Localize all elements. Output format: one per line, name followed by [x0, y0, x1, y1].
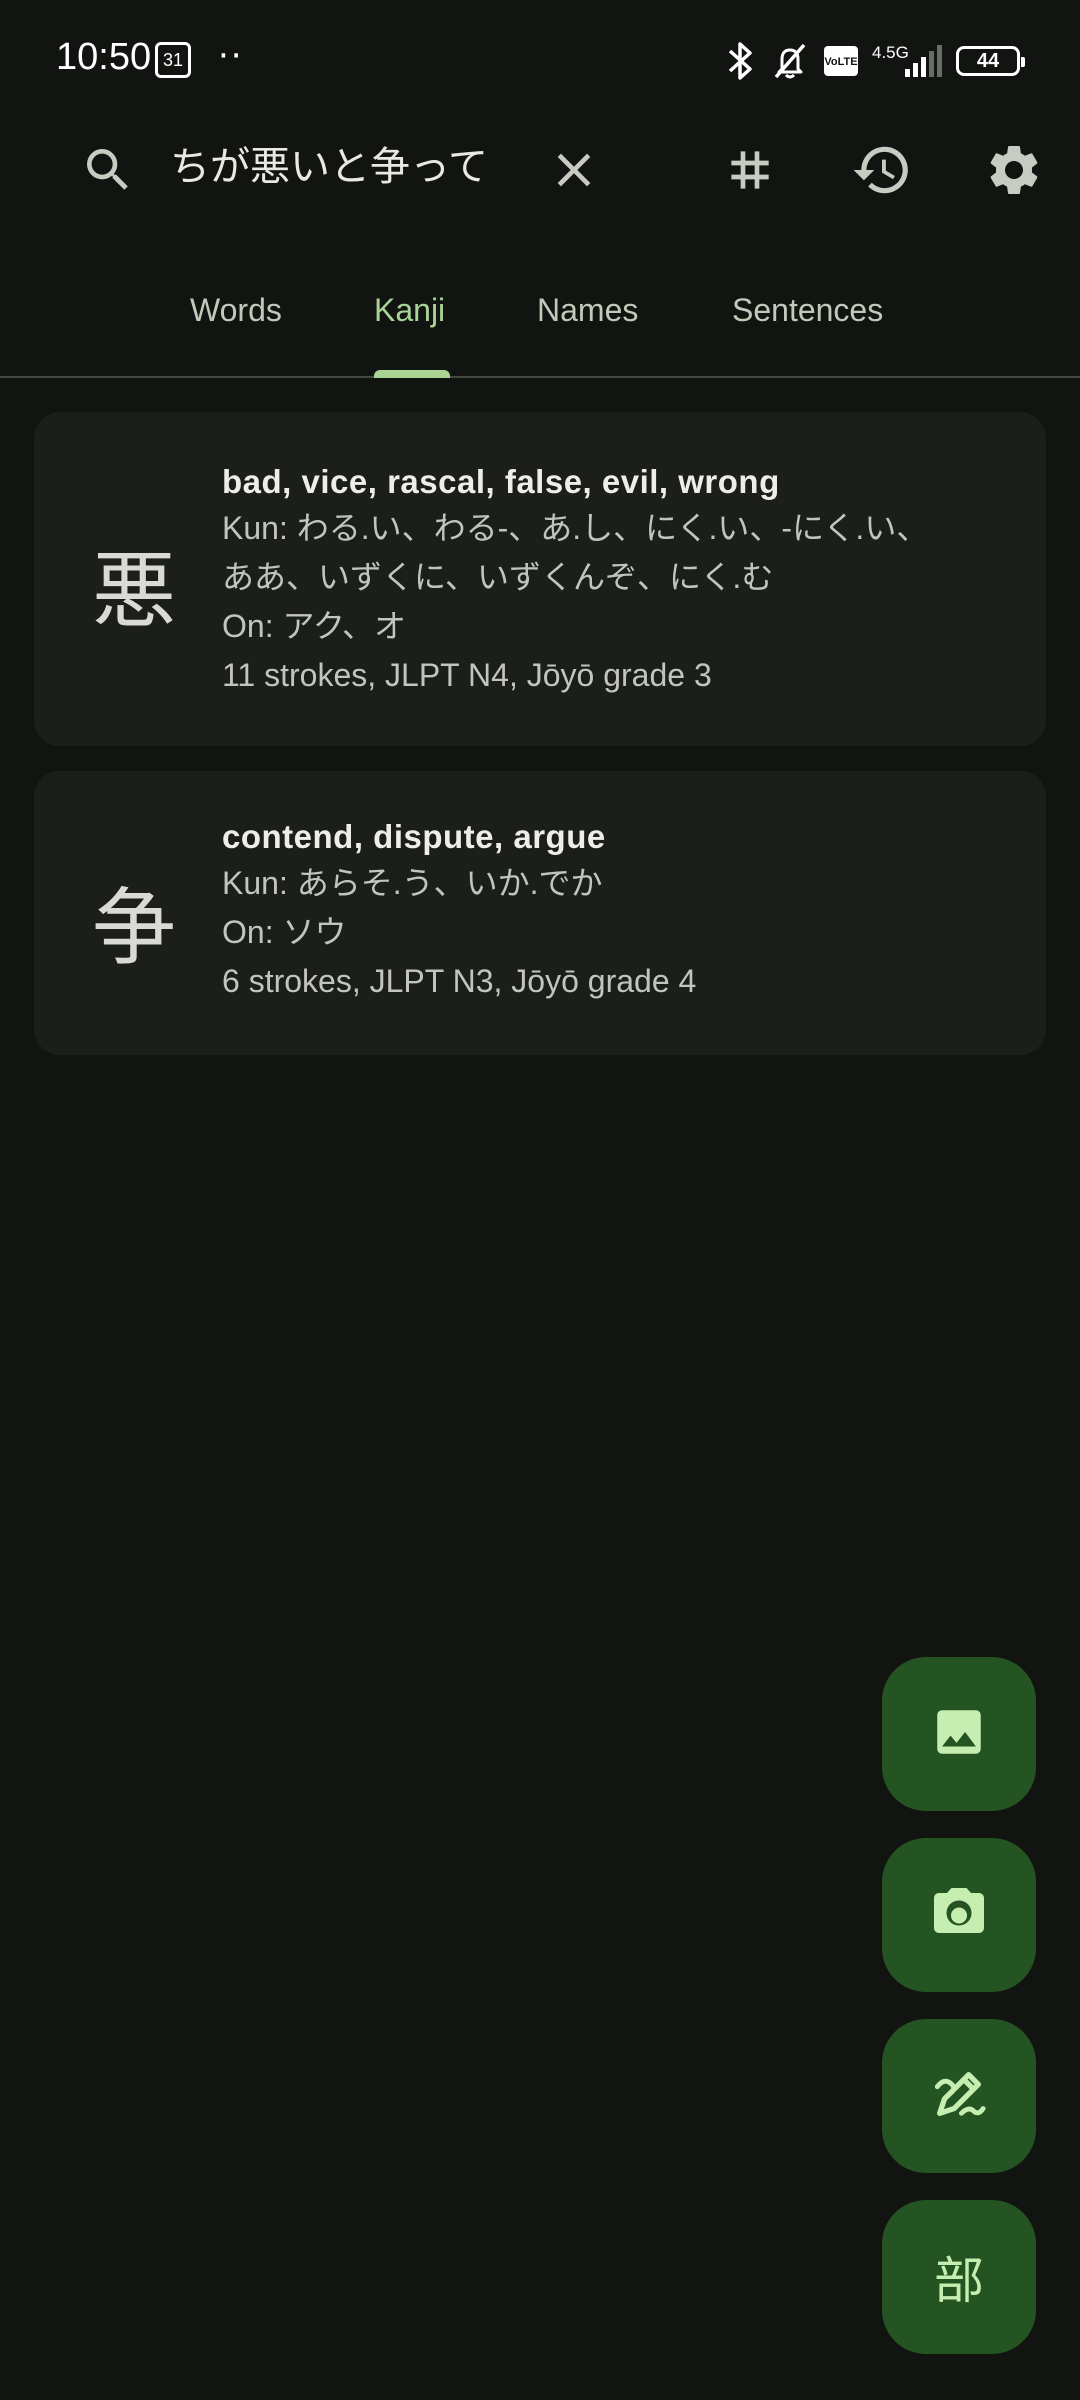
camera-search-button[interactable]	[882, 1838, 1036, 1992]
kanji-details: 6 strokes, JLPT N3, Jōyō grade 4	[222, 963, 697, 999]
result-tabs: Words Kanji Names Sentences	[0, 270, 1080, 378]
image-icon	[930, 1703, 988, 1765]
status-icons: Vo LTE 4.5G 44	[726, 36, 1025, 86]
bluetooth-icon	[726, 40, 756, 82]
settings-icon[interactable]	[980, 136, 1048, 204]
radical-label: 部	[934, 2252, 984, 2310]
status-bar: 10:50 31 ·· Vo LTE 4.5G 44	[0, 0, 1080, 120]
battery-icon: 44	[956, 46, 1025, 76]
kanji-character: 争	[92, 879, 177, 977]
kanji-on-reading: On: アク、オ	[222, 608, 406, 644]
signal-icon: 4.5G	[872, 41, 942, 81]
kanji-kun-reading: Kun: わる.い、わる-、あ.し、にく.い、-にく.い、	[222, 510, 929, 546]
tab-sentences[interactable]: Sentences	[732, 292, 883, 329]
handwriting-icon	[930, 2065, 988, 2127]
search-input[interactable]: ちが悪いと争って	[170, 134, 510, 194]
history-icon[interactable]	[848, 136, 916, 204]
kanji-meaning: contend, dispute, argue	[222, 818, 606, 855]
tab-names[interactable]: Names	[537, 292, 638, 329]
kanji-details: 11 strokes, JLPT N4, Jōyō grade 3	[222, 657, 712, 693]
tab-kanji[interactable]: Kanji	[374, 292, 445, 329]
kanji-result-card[interactable]: 悪 bad, vice, rascal, false, evil, wrong …	[34, 412, 1046, 746]
kanji-info: bad, vice, rascal, false, evil, wrong Ku…	[222, 460, 1006, 700]
radical-search-button[interactable]: 部	[882, 2200, 1036, 2354]
search-icon[interactable]	[74, 136, 142, 204]
kanji-character: 悪	[92, 542, 177, 640]
bell-off-icon	[770, 41, 810, 81]
kanji-result-card[interactable]: 争 contend, dispute, argue Kun: あらそ.う、いか.…	[34, 771, 1046, 1055]
volte-icon: Vo LTE	[824, 46, 858, 76]
hash-icon[interactable]	[716, 136, 784, 204]
volte-line2: LTE	[837, 55, 858, 68]
handwriting-search-button[interactable]	[882, 2019, 1036, 2173]
kanji-info: contend, dispute, argue Kun: あらそ.う、いか.でか…	[222, 815, 1006, 1006]
camera-icon	[929, 1883, 989, 1947]
kanji-kun-reading: Kun: あらそ.う、いか.でか	[222, 865, 603, 901]
image-search-button[interactable]	[882, 1657, 1036, 1811]
more-notifications-icon: ··	[218, 36, 244, 76]
kanji-kun-reading-cont: ああ、いずくに、いずくんぞ、にく.む	[222, 559, 774, 595]
clear-icon[interactable]	[540, 136, 608, 204]
search-toolbar: ちが悪いと争って	[0, 120, 1080, 220]
kanji-on-reading: On: ソウ	[222, 914, 347, 950]
kanji-meaning: bad, vice, rascal, false, evil, wrong	[222, 463, 780, 500]
calendar-icon: 31	[155, 42, 191, 78]
network-type: 4.5G	[872, 43, 909, 62]
volte-line1: Vo	[824, 55, 838, 68]
tab-words[interactable]: Words	[190, 292, 282, 329]
active-tab-indicator	[374, 370, 450, 378]
signal-bars	[905, 45, 942, 77]
screen: 10:50 31 ·· Vo LTE 4.5G 44 ちが悪いと争って Word…	[0, 0, 1080, 2400]
status-time: 10:50	[56, 36, 152, 78]
